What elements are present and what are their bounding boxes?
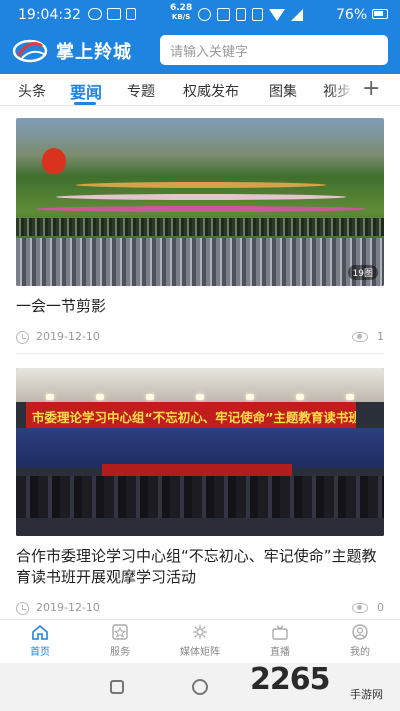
nav-home[interactable]: 首页: [8, 624, 72, 658]
channel-tabs: 头条 要闻 专题 权威发布 图集 视步 +: [0, 74, 400, 106]
nav-profile-label: 我的: [350, 647, 370, 658]
app-logo-icon: [12, 39, 48, 63]
nav-home-label: 首页: [30, 647, 50, 658]
news-card[interactable]: 19图 一会一节剪影 2019-12-10 1: [16, 118, 384, 354]
add-channel-button[interactable]: +: [362, 78, 380, 100]
tab-gallery[interactable]: 图集: [269, 81, 297, 101]
nav-media-matrix-label: 媒体矩阵: [180, 647, 220, 658]
system-nav-bar: [0, 663, 400, 711]
article-meta: 2019-12-10 1: [16, 329, 384, 349]
sim-icon: [252, 8, 263, 21]
active-tab-indicator: [74, 102, 96, 105]
nav-service[interactable]: 服务: [88, 624, 152, 658]
search-input[interactable]: 请输入关键字: [160, 35, 388, 65]
tab-topics[interactable]: 专题: [127, 81, 155, 101]
tab-news[interactable]: 要闻: [70, 79, 102, 103]
live-icon: [271, 624, 289, 640]
recent-apps-button[interactable]: [110, 680, 124, 694]
divider: [16, 353, 384, 354]
bottom-nav: 首页 服务 媒体矩阵 直播 我的: [0, 619, 400, 661]
nav-live[interactable]: 直播: [248, 624, 312, 658]
image-banner: 市委理论学习中心组“不忘初心、牢记使命”主题教育读书班结业仪式: [26, 402, 356, 428]
signal-icon: [291, 8, 303, 21]
article-image: 19图: [16, 118, 384, 286]
wifi-icon: [269, 8, 285, 21]
eye-icon: [352, 603, 368, 613]
watermark-sub: 手游网: [350, 688, 383, 701]
article-title[interactable]: 一会一节剪影: [16, 296, 384, 317]
nav-service-label: 服务: [110, 647, 130, 658]
nav-profile[interactable]: 我的: [328, 624, 392, 658]
net-speed: 6.28 KB/S: [170, 3, 193, 22]
status-time: 19:04:32: [18, 7, 81, 23]
article-title[interactable]: 合作市委理论学习中心组“不忘初心、牢记使命”主题教育读书班开展观摩学习活动: [16, 546, 384, 588]
view-count: 0: [377, 601, 384, 614]
nfc-icon: [217, 8, 230, 21]
profile-icon: [351, 624, 369, 640]
search-placeholder: 请输入关键字: [170, 45, 249, 60]
alarm-icon: [198, 8, 211, 21]
view-count: 1: [377, 330, 384, 343]
media-matrix-icon: [191, 624, 209, 640]
clock-icon: [16, 331, 29, 344]
article-date: 2019-12-10: [36, 330, 100, 343]
service-icon: [111, 624, 129, 640]
home-icon: [31, 624, 49, 640]
cloud-icon: [88, 8, 102, 20]
article-image: 市委理论学习中心组“不忘初心、牢记使命”主题教育读书班结业仪式: [16, 368, 384, 536]
image-count-badge: 19图: [347, 265, 378, 280]
status-bar: 19:04:32 6.28 KB/S 76%: [0, 0, 400, 30]
home-system-button[interactable]: [192, 679, 208, 695]
tab-official[interactable]: 权威发布: [183, 81, 239, 101]
eye-icon: [352, 332, 368, 342]
app-header: 掌上羚城 请输入关键字: [0, 32, 400, 72]
app-title: 掌上羚城: [56, 42, 132, 63]
article-meta: 2019-12-10 0: [16, 600, 384, 620]
battery-level: 76%: [336, 7, 368, 23]
top-bar: 19:04:32 6.28 KB/S 76% 掌上羚城 请输入关键字: [0, 0, 400, 74]
news-card[interactable]: 市委理论学习中心组“不忘初心、牢记使命”主题教育读书班结业仪式 合作市委理论学习…: [16, 368, 384, 620]
image-icon: [107, 8, 121, 20]
article-date: 2019-12-10: [36, 601, 100, 614]
tab-headlines[interactable]: 头条: [18, 81, 46, 101]
nav-live-label: 直播: [270, 647, 290, 658]
nav-media-matrix[interactable]: 媒体矩阵: [168, 624, 232, 658]
vibrate-icon: [236, 8, 246, 21]
clock-icon: [16, 602, 29, 615]
notification-icon: [126, 8, 136, 20]
battery-icon: [372, 9, 388, 19]
watermark-logo: 2265: [250, 662, 330, 697]
balloon-decoration: [42, 148, 66, 174]
